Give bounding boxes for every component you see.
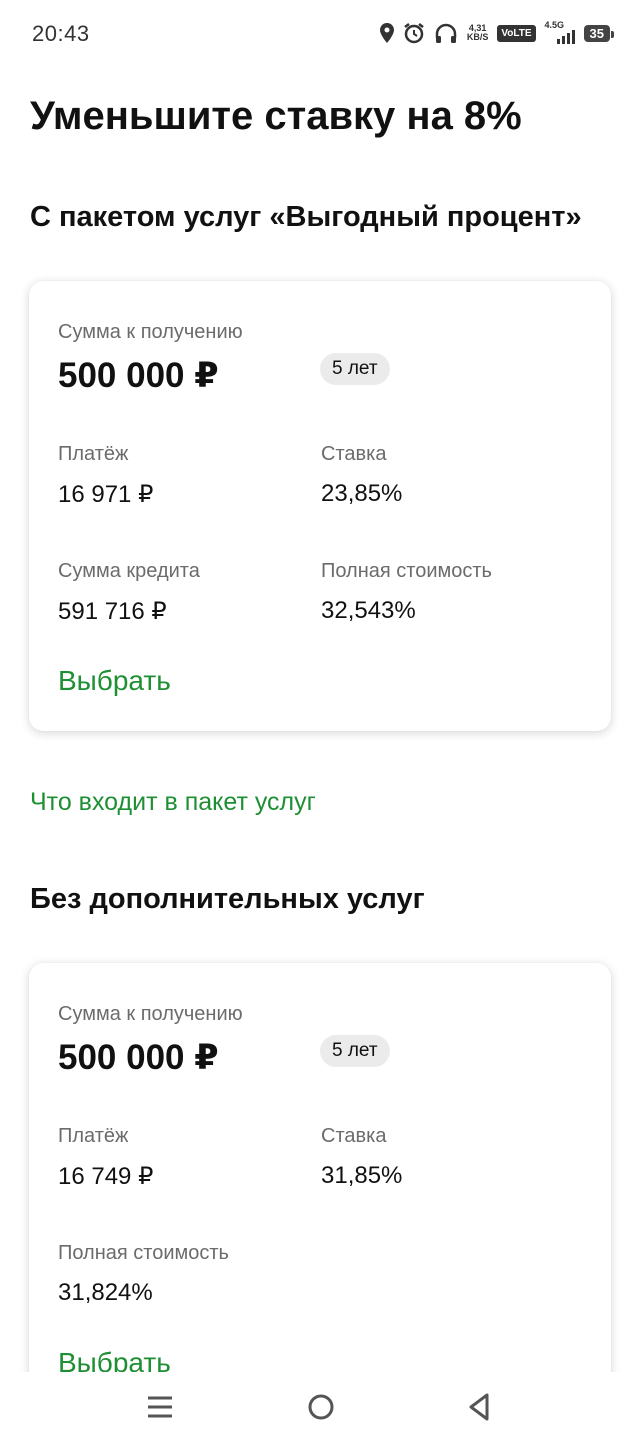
volte-badge: VoLTE	[497, 24, 536, 42]
location-icon	[379, 23, 394, 43]
amount-label: Сумма к получению	[58, 321, 243, 343]
payment-value: 16 749 ₽	[58, 1163, 154, 1190]
rate-label: Ставка	[321, 443, 387, 465]
full-cost-value: 32,543%	[321, 597, 416, 624]
headphones-icon	[434, 22, 458, 44]
amount-value: 500 000 ₽	[58, 1038, 219, 1077]
back-triangle-icon[interactable]	[467, 1392, 491, 1427]
full-cost-label: Полная стоимость	[58, 1242, 229, 1264]
package-details-link[interactable]: Что входит в пакет услуг	[30, 788, 316, 817]
full-cost-value: 31,824%	[58, 1279, 153, 1306]
offer-card-no-services: Сумма к получению 500 000 ₽ 5 лет Платёж…	[29, 963, 611, 1413]
status-bar: 20:43 4,31 KB/S VoLTE 4.5G 35	[0, 0, 640, 70]
choose-button-package[interactable]: Выбрать	[58, 665, 171, 697]
payment-label: Платёж	[58, 443, 129, 465]
home-circle-icon[interactable]	[307, 1392, 335, 1427]
navigation-bar	[0, 1372, 640, 1444]
section-title-package: С пакетом услуг «Выгодный процент»	[30, 201, 582, 233]
term-badge: 5 лет	[320, 353, 390, 385]
status-time: 20:43	[32, 21, 90, 46]
signal-icon: 4.5G	[544, 20, 575, 44]
payment-label: Платёж	[58, 1125, 129, 1147]
offer-card-package: Сумма к получению 500 000 ₽ 5 лет Платёж…	[29, 281, 611, 731]
network-speed: 4,31 KB/S	[467, 24, 489, 42]
status-icons: 4,31 KB/S VoLTE 4.5G 35	[379, 20, 615, 44]
battery-icon: 35	[583, 24, 615, 42]
page-title: Уменьшите ставку на 8%	[30, 94, 522, 138]
amount-value: 500 000 ₽	[58, 356, 219, 395]
menu-icon[interactable]	[147, 1392, 173, 1427]
full-cost-label: Полная стоимость	[321, 560, 492, 582]
credit-sum-value: 591 716 ₽	[58, 598, 167, 625]
network-speed-unit: KB/S	[466, 32, 489, 42]
rate-label: Ставка	[321, 1125, 387, 1147]
payment-value: 16 971 ₽	[58, 481, 154, 508]
rate-value: 23,85%	[321, 480, 403, 507]
credit-sum-label: Сумма кредита	[58, 560, 200, 582]
alarm-icon	[403, 22, 425, 44]
network-type: 4.5G	[544, 20, 565, 30]
term-badge: 5 лет	[320, 1035, 390, 1067]
rate-value: 31,85%	[321, 1162, 403, 1189]
amount-label: Сумма к получению	[58, 1003, 243, 1025]
section-title-no-services: Без дополнительных услуг	[30, 883, 425, 915]
